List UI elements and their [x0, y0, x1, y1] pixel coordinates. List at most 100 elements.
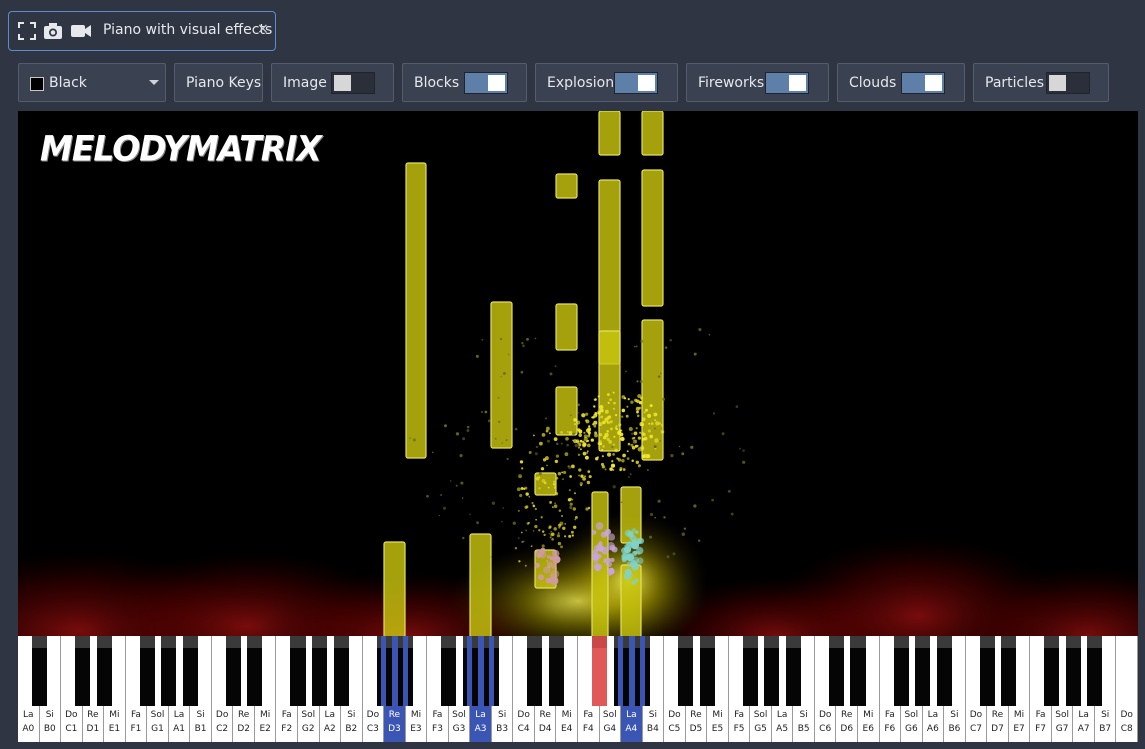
- particle: [653, 445, 657, 449]
- particle: [574, 518, 577, 521]
- key-solfege-label: Do: [65, 710, 78, 720]
- particle: [534, 524, 538, 529]
- melodymatrix-logo: MELODYMATRIX: [40, 128, 322, 169]
- black-key-d-sharp3[interactable]: [398, 636, 414, 706]
- tab-piano[interactable]: Piano with visual effects ×: [8, 11, 276, 51]
- particle: [632, 441, 636, 444]
- fireworks-toggle[interactable]: [765, 72, 809, 94]
- particle: [538, 472, 542, 476]
- particle: [517, 537, 520, 540]
- fireworks-toggle-control: Fireworks: [686, 63, 829, 102]
- black-key-c-sharp7[interactable]: [979, 636, 995, 706]
- particle: [514, 427, 518, 431]
- particle: [600, 415, 604, 419]
- black-key-g-sharp6[interactable]: [915, 636, 931, 706]
- blocks-label: Blocks: [414, 75, 460, 91]
- particle: [506, 457, 509, 461]
- particle: [597, 395, 600, 398]
- particle: [578, 474, 581, 477]
- black-key-g-sharp5[interactable]: [764, 636, 780, 706]
- particle: [572, 507, 577, 511]
- black-key-f-sharp6[interactable]: [893, 636, 909, 706]
- black-key-a-sharp2[interactable]: [333, 636, 349, 706]
- close-icon[interactable]: ×: [257, 21, 269, 37]
- particle: [597, 410, 602, 415]
- particle: [596, 553, 602, 559]
- black-key-a-sharp1[interactable]: [182, 636, 198, 706]
- key-solfege-label: Fa: [281, 710, 292, 720]
- black-key-a-sharp7[interactable]: [1087, 636, 1103, 706]
- particle: [601, 448, 604, 452]
- particle: [621, 415, 624, 418]
- black-key-a-sharp0[interactable]: [32, 636, 48, 706]
- black-key-f-sharp7[interactable]: [1044, 636, 1060, 706]
- clouds-toggle[interactable]: [901, 72, 945, 94]
- black-key-c-sharp5[interactable]: [678, 636, 694, 706]
- black-key-d-sharp6[interactable]: [850, 636, 866, 706]
- black-key-f-sharp3[interactable]: [441, 636, 457, 706]
- particle: [612, 485, 616, 489]
- key-note-label: A2: [323, 724, 336, 734]
- particle: [587, 506, 591, 510]
- video-camera-icon[interactable]: [70, 20, 92, 42]
- particles-toggle[interactable]: [1046, 72, 1090, 94]
- fullscreen-icon[interactable]: [16, 20, 38, 42]
- particle: [557, 532, 560, 535]
- black-key-g-sharp2[interactable]: [312, 636, 328, 706]
- black-key-a-sharp4[interactable]: [635, 636, 651, 706]
- key-solfege-label: La: [324, 710, 336, 720]
- black-key-f-sharp4[interactable]: [592, 636, 608, 706]
- background-color-select[interactable]: Black: [18, 63, 166, 102]
- black-key-a-sharp5[interactable]: [785, 636, 801, 706]
- particle: [519, 460, 524, 464]
- camera-icon[interactable]: [42, 20, 64, 42]
- particle: [693, 504, 697, 508]
- black-key-f-sharp1[interactable]: [139, 636, 155, 706]
- piano-keys-button[interactable]: Piano Keys: [174, 63, 263, 102]
- black-key-g-sharp4[interactable]: [613, 636, 629, 706]
- black-key-a-sharp3[interactable]: [484, 636, 500, 706]
- blocks-toggle[interactable]: [464, 72, 508, 94]
- explosion-label: Explosion: [547, 75, 615, 91]
- black-key-d-sharp5[interactable]: [699, 636, 715, 706]
- black-key-d-sharp4[interactable]: [548, 636, 564, 706]
- particle: [532, 434, 535, 437]
- key-note-label: C7: [969, 724, 982, 734]
- black-key-d-sharp7[interactable]: [1001, 636, 1017, 706]
- particle: [577, 428, 581, 432]
- particle: [598, 422, 603, 427]
- black-key-d-sharp2[interactable]: [247, 636, 263, 706]
- particle: [606, 452, 612, 457]
- note-block: [490, 301, 513, 449]
- particle: [560, 442, 563, 445]
- particle: [639, 422, 644, 427]
- particle: [547, 439, 550, 443]
- white-key-c8[interactable]: Do C8: [1116, 636, 1138, 742]
- particle: [522, 344, 525, 348]
- explosion-toggle[interactable]: [614, 72, 658, 94]
- black-key-a-sharp6[interactable]: [936, 636, 952, 706]
- black-key-c-sharp1[interactable]: [75, 636, 91, 706]
- black-key-g-sharp1[interactable]: [161, 636, 177, 706]
- particle: [554, 365, 557, 368]
- particle: [574, 443, 578, 448]
- particle: [609, 398, 612, 402]
- black-key-g-sharp3[interactable]: [462, 636, 478, 706]
- particle: [480, 410, 484, 414]
- black-key-f-sharp5[interactable]: [742, 636, 758, 706]
- particle: [577, 412, 579, 414]
- particle: [654, 419, 657, 422]
- key-note-label: B2: [345, 724, 358, 734]
- black-key-f-sharp2[interactable]: [290, 636, 306, 706]
- black-key-c-sharp6[interactable]: [828, 636, 844, 706]
- image-toggle[interactable]: [331, 72, 375, 94]
- key-note-label: D4: [538, 724, 552, 734]
- black-key-c-sharp3[interactable]: [376, 636, 392, 706]
- particle: [516, 487, 521, 492]
- black-key-c-sharp4[interactable]: [527, 636, 543, 706]
- black-key-g-sharp7[interactable]: [1065, 636, 1081, 706]
- particle: [528, 451, 532, 454]
- black-key-d-sharp1[interactable]: [96, 636, 112, 706]
- black-key-c-sharp2[interactable]: [225, 636, 241, 706]
- particle: [622, 453, 626, 458]
